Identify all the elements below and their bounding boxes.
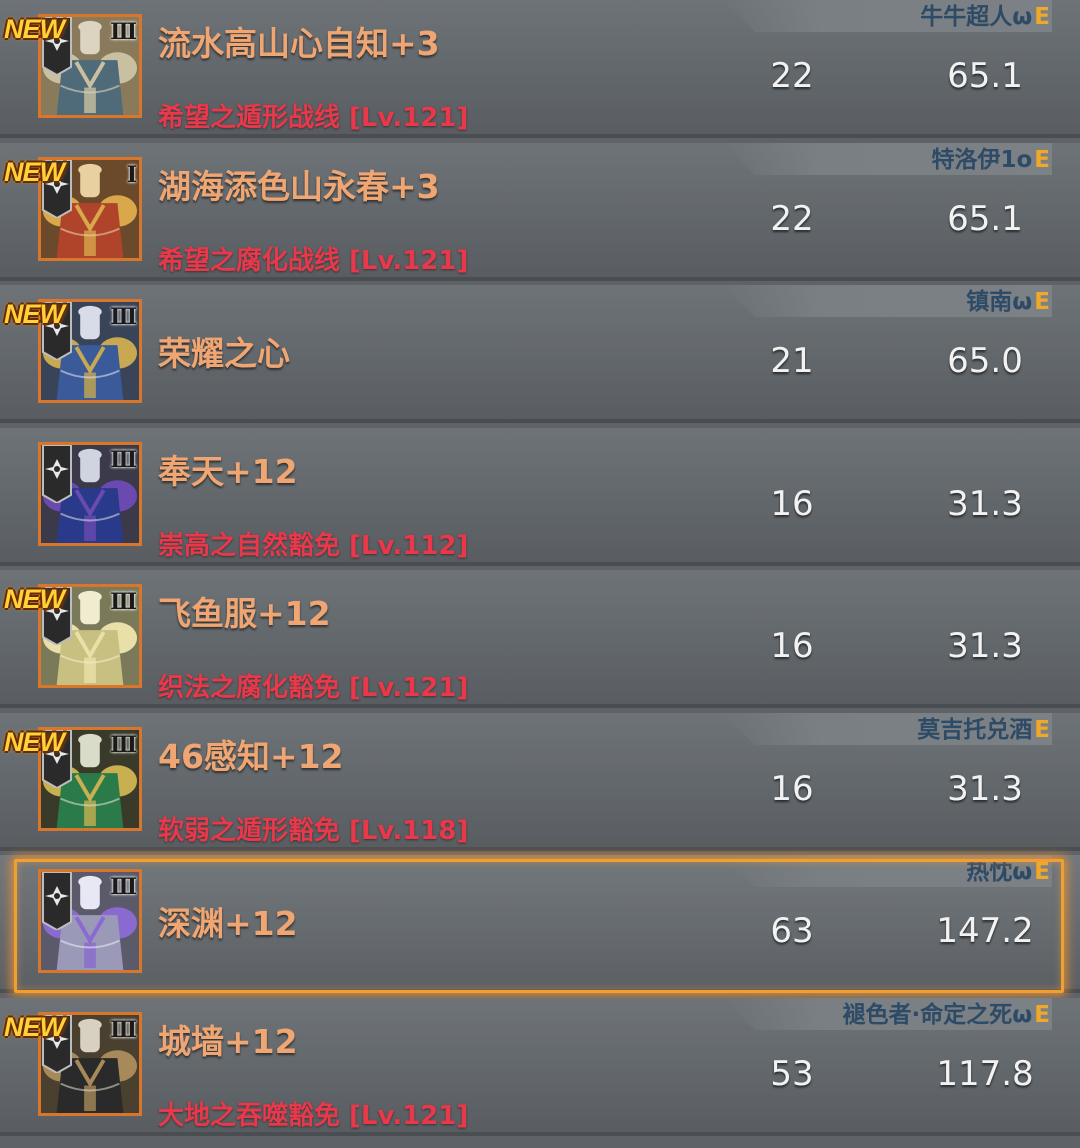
- tier-numeral: III: [110, 1017, 137, 1043]
- tier-numeral: III: [110, 447, 137, 473]
- item-name: 荣耀之心: [158, 334, 290, 373]
- item-affix: 希望之遁形战线 [Lv.121]: [158, 103, 469, 133]
- new-badge: NEW: [4, 584, 65, 614]
- item-stat-primary: 16: [770, 769, 814, 809]
- owner-name: 莫吉托兑酒: [917, 717, 1033, 743]
- item-stat-primary: 16: [770, 484, 814, 524]
- item-name: 飞鱼服+12: [158, 594, 331, 633]
- owner-label: 莫吉托兑酒E: [917, 715, 1050, 745]
- item-affix: 大地之吞噬豁免 [Lv.121]: [158, 1101, 469, 1131]
- item-name: 流水高山心自知+3: [158, 24, 440, 63]
- new-badge: NEW: [4, 1012, 65, 1042]
- item-stat-primary: 22: [770, 199, 814, 239]
- item-stat-secondary: 147.2: [936, 911, 1034, 951]
- item-affix: 崇高之自然豁免 [Lv.112]: [158, 531, 469, 561]
- new-badge: NEW: [4, 14, 65, 44]
- tier-numeral: III: [110, 874, 137, 900]
- item-name: 湖海添色山永春+3: [158, 167, 440, 206]
- equipment-row[interactable]: 牛牛超人ωE III NEW 流水高山心自知+3 希望之遁形战线 [Lv.121] 22 6…: [0, 0, 1080, 138]
- item-affix: 希望之腐化战线 [Lv.121]: [158, 246, 469, 276]
- item-stat-primary: 53: [770, 1054, 814, 1094]
- item-name: 城墙+12: [158, 1022, 298, 1061]
- new-badge: NEW: [4, 157, 65, 187]
- owner-name: 牛牛超人ω: [920, 4, 1033, 30]
- item-icon-frame[interactable]: III: [38, 442, 142, 546]
- tier-numeral: I: [126, 162, 137, 188]
- equipment-row[interactable]: III 奉天+12 崇高之自然豁免 [Lv.112] 16 31.3: [0, 428, 1080, 566]
- equipment-row[interactable]: 特洛伊1oE I NEW 湖海添色山永春+3 希望之腐化战线 [Lv.121] 22 65.…: [0, 143, 1080, 281]
- item-stat-primary: 63: [770, 911, 814, 951]
- owner-name: 热忱ω: [966, 859, 1033, 885]
- item-stat-secondary: 31.3: [947, 626, 1023, 666]
- owner-label: 牛牛超人ωE: [920, 2, 1050, 32]
- item-stat-secondary: 117.8: [936, 1054, 1034, 1094]
- owner-grade: E: [1034, 147, 1050, 173]
- item-stat-primary: 16: [770, 626, 814, 666]
- item-stat-primary: 22: [770, 56, 814, 96]
- owner-grade: E: [1034, 717, 1050, 743]
- item-affix: 织法之腐化豁免 [Lv.121]: [158, 673, 469, 703]
- owner-label: 特洛伊1oE: [931, 145, 1050, 175]
- owner-name: 褪色者·命定之死ω: [842, 1002, 1033, 1028]
- tier-numeral: III: [110, 589, 137, 615]
- owner-grade: E: [1034, 859, 1050, 885]
- item-stat-secondary: 65.1: [947, 56, 1023, 96]
- equipment-row[interactable]: 镇南ωE III NEW 荣耀之心 21 65.0: [0, 285, 1080, 423]
- class-banner-icon: [42, 445, 72, 503]
- item-name: 深渊+12: [158, 904, 298, 943]
- owner-label: 热忱ωE: [966, 857, 1050, 887]
- item-stat-secondary: 65.1: [947, 199, 1023, 239]
- tier-numeral: III: [110, 732, 137, 758]
- equipment-row[interactable]: 莫吉托兑酒E III NEW 46感知+12 软弱之遁形豁免 [Lv.118] 16 31.…: [0, 713, 1080, 851]
- equipment-list: 牛牛超人ωE III NEW 流水高山心自知+3 希望之遁形战线 [Lv.121] 22 6…: [0, 0, 1080, 1148]
- item-stat-secondary: 31.3: [947, 769, 1023, 809]
- tier-numeral: III: [110, 304, 137, 330]
- item-stat-secondary: 65.0: [947, 341, 1023, 381]
- item-affix: 软弱之遁形豁免 [Lv.118]: [158, 816, 469, 846]
- owner-name: 镇南ω: [966, 289, 1033, 315]
- item-stat-primary: 21: [770, 341, 814, 381]
- owner-label: 褪色者·命定之死ωE: [843, 1000, 1050, 1030]
- owner-grade: E: [1034, 1002, 1050, 1028]
- tier-numeral: III: [110, 19, 137, 45]
- equipment-row[interactable]: III NEW 飞鱼服+12 织法之腐化豁免 [Lv.121] 16 31.3: [0, 570, 1080, 708]
- item-icon-frame[interactable]: III: [38, 869, 142, 973]
- item-name: 奉天+12: [158, 452, 298, 491]
- new-badge: NEW: [4, 727, 65, 757]
- equipment-row[interactable]: 热忱ωE III 深渊+12 63 147.2: [0, 855, 1080, 993]
- owner-grade: E: [1034, 289, 1050, 315]
- item-name: 46感知+12: [158, 737, 344, 776]
- equipment-row[interactable]: 褪色者·命定之死ωE III NEW 城墙+12 大地之吞噬豁免 [Lv.121] 53 1…: [0, 998, 1080, 1136]
- class-banner-icon: [42, 872, 72, 930]
- item-stat-secondary: 31.3: [947, 484, 1023, 524]
- owner-label: 镇南ωE: [966, 287, 1050, 317]
- new-badge: NEW: [4, 299, 65, 329]
- owner-grade: E: [1034, 4, 1050, 30]
- owner-name: 特洛伊1o: [931, 147, 1033, 173]
